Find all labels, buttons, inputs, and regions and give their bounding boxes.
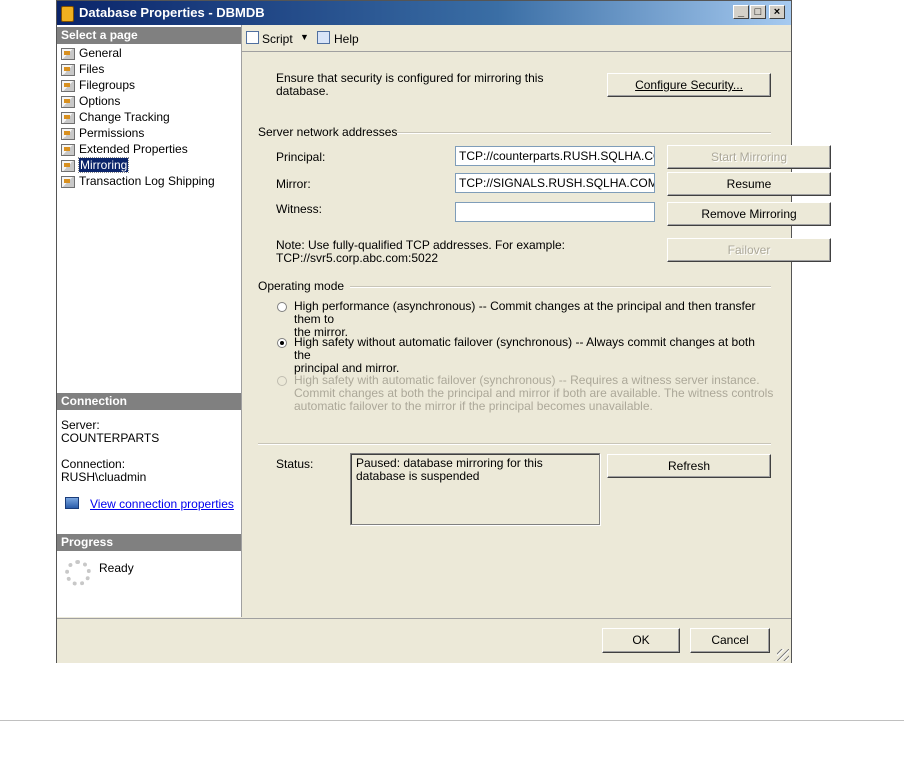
select-page-header: Select a page xyxy=(57,27,241,44)
dialog-footer: OK Cancel xyxy=(57,618,791,663)
help-button[interactable]: Help xyxy=(334,32,359,46)
mirror-label: Mirror: xyxy=(276,177,311,191)
ok-button[interactable]: OK xyxy=(602,628,680,653)
script-dropdown-chevron-icon[interactable]: ▼ xyxy=(300,32,309,42)
status-label: Status: xyxy=(276,457,314,471)
witness-label: Witness: xyxy=(276,202,323,216)
page-list: General Files Filegroups Options Change … xyxy=(61,45,239,189)
start-mirroring-button[interactable]: Start Mirroring xyxy=(667,145,831,169)
left-pane: Select a page General Files Filegroups O… xyxy=(57,25,242,617)
principal-field[interactable]: TCP://counterparts.RUSH.SQLHA.CO xyxy=(455,146,655,166)
progress-spinner-icon xyxy=(65,560,91,586)
resize-grip-icon[interactable] xyxy=(777,649,789,661)
high-safety-no-failover-radio[interactable] xyxy=(277,338,287,348)
page-icon xyxy=(61,47,75,60)
page-icon xyxy=(61,143,75,156)
mirroring-page: Script ▼ Help Ensure that security is co… xyxy=(242,25,831,617)
database-icon xyxy=(61,6,74,22)
progress-status: Ready xyxy=(99,561,134,575)
page-divider xyxy=(0,720,904,721)
configure-security-button[interactable]: Configure Security... xyxy=(607,73,771,97)
page-item-general[interactable]: General xyxy=(61,45,239,61)
server-value: COUNTERPARTS xyxy=(61,431,160,445)
page-item-change-tracking[interactable]: Change Tracking xyxy=(61,109,239,125)
view-connection-properties-link[interactable]: View connection properties xyxy=(90,497,234,511)
toolbar: Script ▼ Help xyxy=(242,25,791,51)
maximize-button[interactable]: □ xyxy=(750,5,766,19)
page-icon xyxy=(61,63,75,76)
close-button[interactable]: × xyxy=(769,5,785,19)
high-safety-no-failover-label: High safety without automatic failover (… xyxy=(294,335,755,375)
witness-field[interactable] xyxy=(455,202,655,222)
toolbar-divider xyxy=(242,51,791,52)
principal-label: Principal: xyxy=(276,150,326,164)
page-item-transaction-log-shipping[interactable]: Transaction Log Shipping xyxy=(61,173,239,189)
page-item-extended-properties[interactable]: Extended Properties xyxy=(61,141,239,157)
high-safety-auto-failover-radio[interactable] xyxy=(277,376,287,386)
page-item-files[interactable]: Files xyxy=(61,61,239,77)
status-divider xyxy=(258,443,771,445)
title-bar[interactable]: Database Properties - DBMDB _ □ × xyxy=(57,1,791,25)
connection-header: Connection xyxy=(57,393,241,410)
progress-header: Progress xyxy=(57,534,241,551)
high-performance-label: High performance (asynchronous) -- Commi… xyxy=(294,299,756,339)
connection-properties-icon xyxy=(65,497,79,509)
page-item-options[interactable]: Options xyxy=(61,93,239,109)
minimize-button[interactable]: _ xyxy=(733,5,749,19)
high-performance-radio[interactable] xyxy=(277,302,287,312)
page-icon xyxy=(61,111,75,124)
failover-button[interactable]: Failover xyxy=(667,238,831,262)
remove-mirroring-button[interactable]: Remove Mirroring xyxy=(667,202,831,226)
window-title: Database Properties - DBMDB xyxy=(79,5,265,20)
cancel-button[interactable]: Cancel xyxy=(690,628,770,653)
refresh-button[interactable]: Refresh xyxy=(607,454,771,478)
page-icon xyxy=(61,127,75,140)
page-item-filegroups[interactable]: Filegroups xyxy=(61,77,239,93)
database-properties-dialog: Database Properties - DBMDB _ □ × Select… xyxy=(56,0,831,663)
page-item-permissions[interactable]: Permissions xyxy=(61,125,239,141)
operating-mode-line xyxy=(350,286,771,288)
script-button[interactable]: Script xyxy=(262,32,293,46)
page-icon xyxy=(61,79,75,92)
connection-value: RUSH\cluadmin xyxy=(61,470,147,484)
network-group-line xyxy=(397,132,771,134)
address-note-line2: TCP://svr5.corp.abc.com:5022 xyxy=(276,251,439,265)
high-safety-auto-failover-label: High safety with automatic failover (syn… xyxy=(294,373,774,413)
resume-button[interactable]: Resume xyxy=(667,172,831,196)
status-value: Paused: database mirroring for this data… xyxy=(350,453,600,525)
page-icon xyxy=(61,95,75,108)
page-icon xyxy=(61,175,75,188)
script-icon xyxy=(246,31,259,44)
security-note: Ensure that security is configured for m… xyxy=(276,71,544,98)
page-item-mirroring[interactable]: Mirroring xyxy=(61,157,239,173)
page-icon xyxy=(61,159,75,172)
mirror-field[interactable]: TCP://SIGNALS.RUSH.SQLHA.COM:5 xyxy=(455,173,655,193)
network-group-title: Server network addresses xyxy=(258,125,402,139)
help-icon xyxy=(317,31,330,44)
operating-mode-title: Operating mode xyxy=(258,279,349,293)
